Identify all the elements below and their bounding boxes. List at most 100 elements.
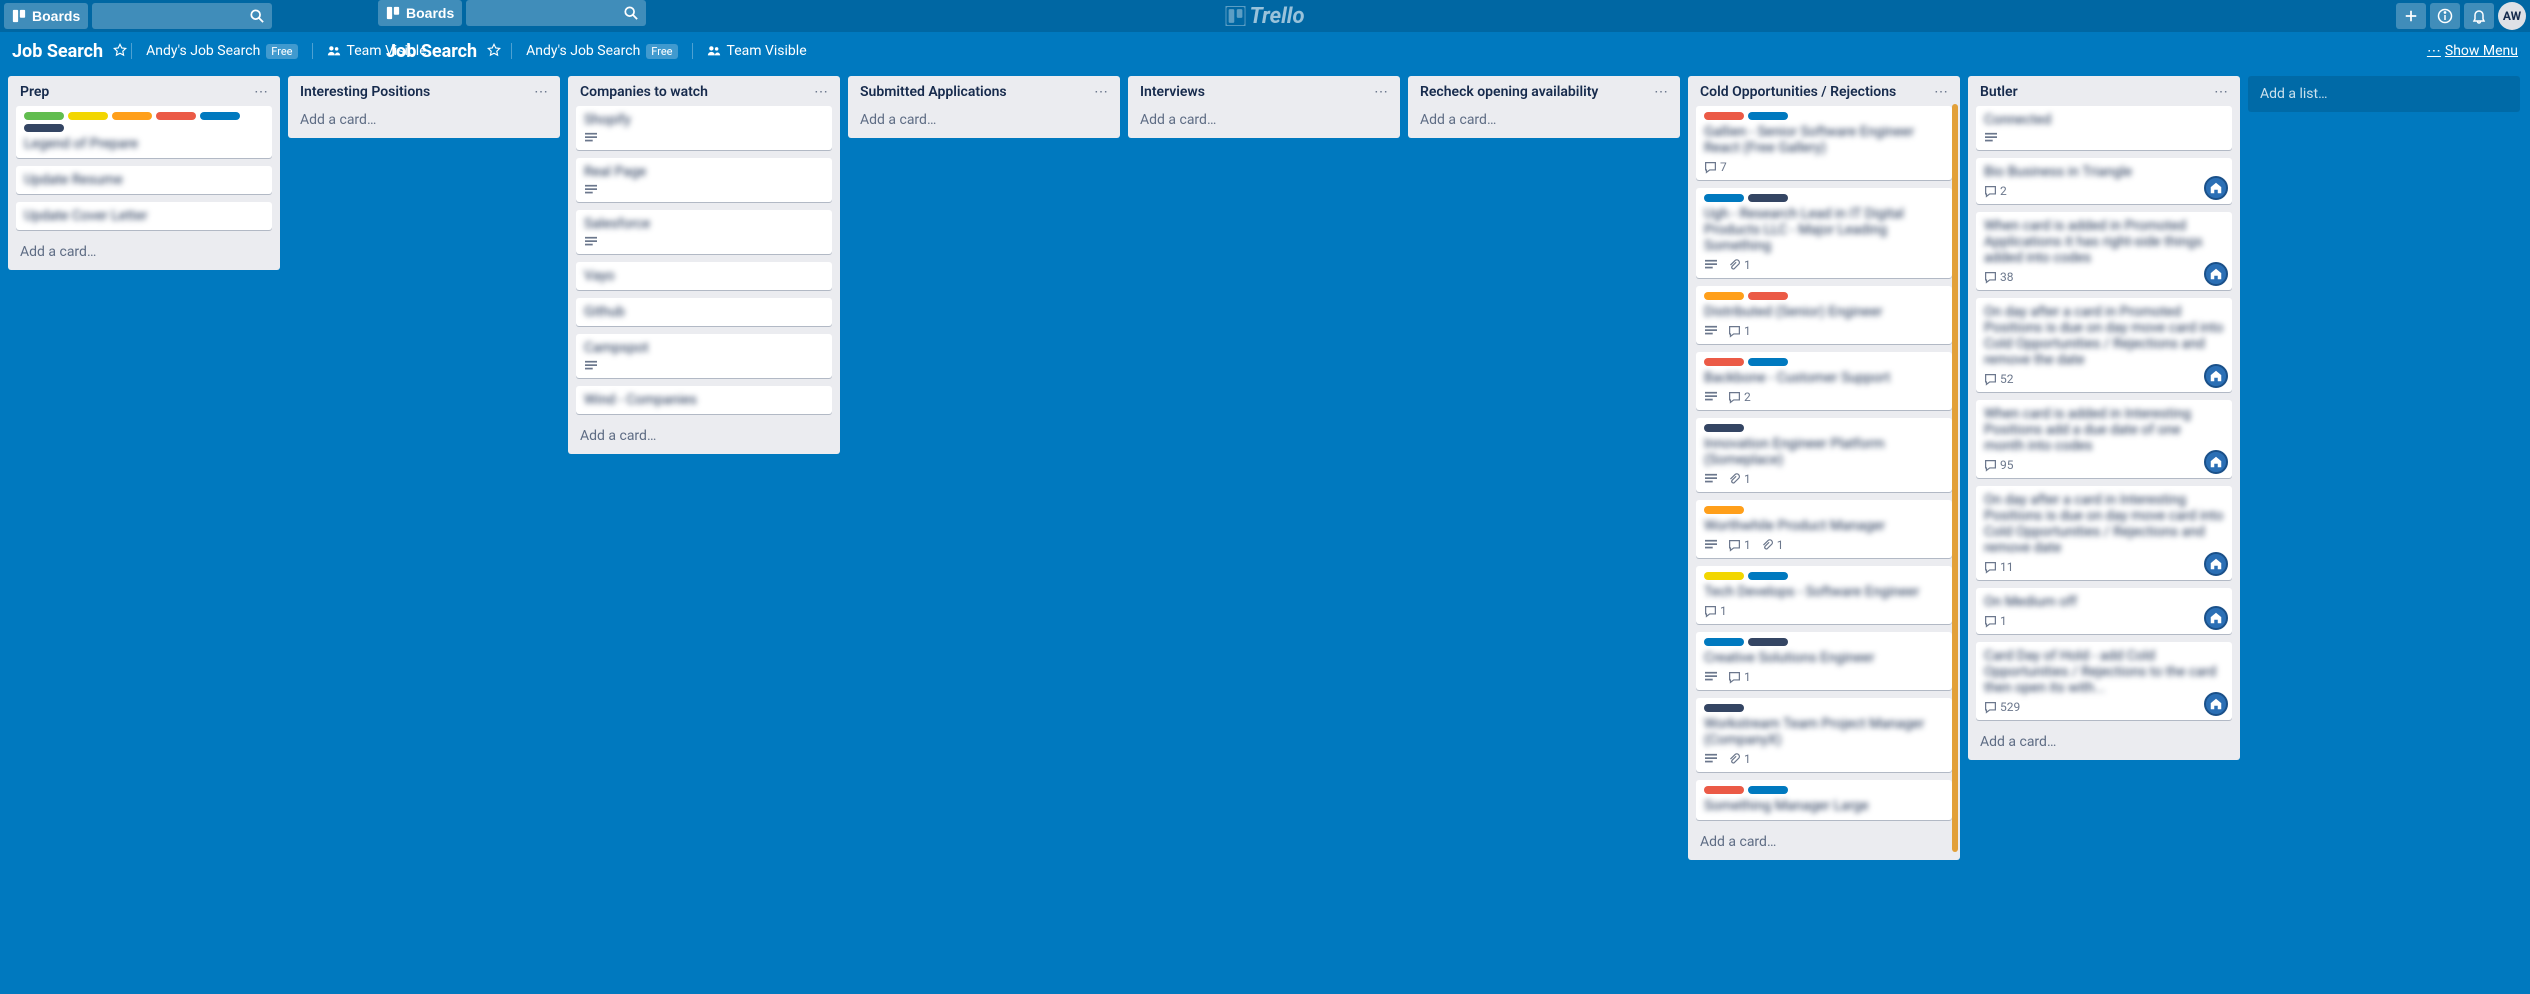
card[interactable]: Tech Develops - Software Engineer 1 [1696,566,1952,624]
show-menu-button[interactable]: ⋯ Show Menu [2427,43,2518,59]
avatar[interactable]: AW [2498,2,2526,30]
card-badges: 95 [1984,458,2224,472]
label-black [1704,424,1744,432]
card-title: Bio Business in Triangle [1984,164,2224,180]
comments-badge: 11 [1984,560,2014,574]
card[interactable]: Bio Business in Triangle 2 [1976,158,2232,204]
card-title: Tech Develops - Software Engineer [1704,584,1944,600]
card[interactable]: Distributed (Senior) Engineer1 [1696,286,1952,344]
list-menu-button[interactable]: ⋯ [814,84,828,100]
list-title: Interesting Positions [300,84,430,100]
star-button-dup[interactable] [487,42,501,61]
description-icon [584,360,598,372]
star-button[interactable] [113,42,127,61]
member-avatar [2204,450,2228,474]
card-title: Creative Solutions Engineer [1704,650,1944,666]
list-menu-button[interactable]: ⋯ [1374,84,1388,100]
card-badges: 11 [1704,538,1944,552]
card[interactable]: Workstream Team Project Manager (Company… [1696,698,1952,772]
description-icon [1984,132,1998,144]
label-blue [200,112,240,120]
list-menu-button[interactable]: ⋯ [2214,84,2228,100]
list-title: Interviews [1140,84,1205,100]
search-icon [250,9,264,23]
card[interactable]: Vayo [576,262,832,290]
logo-text: Trello [1250,4,1305,29]
add-card-button[interactable]: Add a card… [1696,828,1952,852]
label-black [1704,704,1744,712]
card[interactable]: On day after a card in Promoted Position… [1976,298,2232,392]
attachments-badge: 1 [1761,538,1784,552]
list-menu-button[interactable]: ⋯ [254,84,268,100]
attachments-badge: 1 [1728,258,1751,272]
add-card-button[interactable]: Add a card… [856,106,1112,130]
boards-button-dup[interactable]: Boards [378,0,462,26]
card[interactable]: Salesforce [576,210,832,254]
list-menu-button[interactable]: ⋯ [1934,84,1948,100]
card-title: On Medium off [1984,594,2224,610]
card[interactable]: Wind - Companies [576,386,832,414]
card-title: Workstream Team Project Manager (Company… [1704,716,1944,748]
search-input[interactable] [92,3,272,29]
card[interactable]: Something Manager Large [1696,780,1952,820]
card-title: When card is added in Interesting Positi… [1984,406,2224,454]
label-blue [1748,358,1788,366]
visibility-button-dup[interactable]: Team Visible [697,43,817,59]
add-button[interactable] [2396,3,2426,29]
search-input-dup[interactable] [466,0,646,26]
card[interactable]: On Medium off 1 [1976,588,2232,634]
label-orange [1704,292,1744,300]
label-orange [112,112,152,120]
card[interactable]: Ugh - Research Lead in IT Digital Produc… [1696,188,1952,278]
card-title: Gallien - Senior Software Engineer React… [1704,124,1944,156]
boards-button[interactable]: Boards [4,3,88,29]
card[interactable]: On day after a card in Interesting Posit… [1976,486,2232,580]
card-title: Innovation Engineer Platform (Someplace) [1704,436,1944,468]
comments-badge: 2 [1984,184,2007,198]
label-orange [1704,506,1744,514]
card[interactable]: Real Page [576,158,832,202]
add-card-button[interactable]: Add a card… [16,238,272,262]
card[interactable]: Gallien - Senior Software Engineer React… [1696,106,1952,180]
card-badges: 1 [1704,604,1944,618]
list-menu-button[interactable]: ⋯ [1654,84,1668,100]
card[interactable]: Backbone - Customer Support2 [1696,352,1952,410]
card[interactable]: Github [576,298,832,326]
card[interactable]: When card is added in Promoted Applicati… [1976,212,2232,290]
add-card-button[interactable]: Add a card… [576,422,832,446]
card[interactable]: Card Day of Hold - add Cold Opportunitie… [1976,642,2232,720]
team-link-dup[interactable]: Andy's Job Search Free [516,43,687,59]
boards-label: Boards [406,5,454,21]
card[interactable]: Creative Solutions Engineer1 [1696,632,1952,690]
add-card-button[interactable]: Add a card… [1976,728,2232,752]
card-badges: 52 [1984,372,2224,386]
card[interactable]: Connected [1976,106,2232,150]
free-badge: Free [266,44,297,59]
card[interactable]: When card is added in Interesting Positi… [1976,400,2232,478]
card[interactable]: Legend of Prepare [16,106,272,158]
add-card-button[interactable]: Add a card… [296,106,552,130]
card[interactable]: Update Cover Letter [16,202,272,230]
list-menu-button[interactable]: ⋯ [1094,84,1108,100]
comments-badge: 2 [1728,390,1751,404]
card[interactable]: Innovation Engineer Platform (Someplace)… [1696,418,1952,492]
add-list-button[interactable]: Add a list… [2248,76,2520,112]
search-icon [624,6,638,20]
description-icon [1704,753,1718,765]
list: Submitted Applications⋯Add a card… [848,76,1120,138]
add-card-button[interactable]: Add a card… [1136,106,1392,130]
card-badges: 1 [1984,614,2224,628]
card[interactable]: Campspot [576,334,832,378]
logo[interactable]: Trello [1226,4,1305,29]
board-canvas: Prep⋯Legend of PrepareUpdate ResumeUpdat… [0,70,2530,866]
notifications-button[interactable] [2464,3,2494,29]
team-link[interactable]: Andy's Job Search Free [136,43,307,59]
add-card-button[interactable]: Add a card… [1416,106,1672,130]
card[interactable]: Worthwhile Product Manager11 [1696,500,1952,558]
card[interactable]: Shopify [576,106,832,150]
info-button[interactable] [2430,3,2460,29]
label-blue [1704,194,1744,202]
list-menu-button[interactable]: ⋯ [534,84,548,100]
board-name: Job Search [12,41,103,62]
card[interactable]: Update Resume [16,166,272,194]
